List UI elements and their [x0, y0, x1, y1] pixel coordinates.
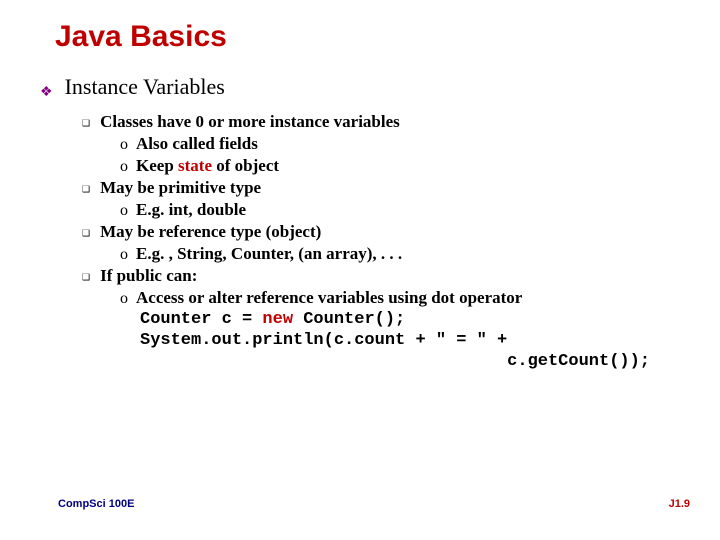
circle-bullet-icon: o — [120, 246, 128, 264]
subitem-text: Access or alter reference variables usin… — [136, 288, 522, 308]
subitem-text: E.g. int, double — [136, 200, 246, 220]
circle-bullet-icon: o — [120, 290, 128, 308]
heading-row: ❖ Instance Variables — [40, 74, 680, 100]
list-subitem: o Keep state of object — [120, 156, 680, 176]
subitem-text: Keep state of object — [136, 156, 279, 176]
square-bullet-icon: ❑ — [82, 228, 90, 239]
list-item: ❑ If public can: — [82, 266, 680, 286]
slide-title: Java Basics — [55, 20, 680, 54]
code-line: c.getCount()); — [40, 352, 680, 371]
slide: Java Basics ❖ Instance Variables ❑ Class… — [0, 0, 720, 540]
circle-bullet-icon: o — [120, 136, 128, 154]
diamond-bullet-icon: ❖ — [40, 86, 53, 100]
square-bullet-icon: ❑ — [82, 184, 90, 195]
circle-bullet-icon: o — [120, 202, 128, 220]
item-text: If public can: — [100, 266, 197, 286]
item-text: Classes have 0 or more instance variable… — [100, 112, 400, 132]
list-item: ❑ Classes have 0 or more instance variab… — [82, 112, 680, 132]
subitem-text: Also called fields — [136, 134, 258, 154]
list-item: ❑ May be primitive type — [82, 178, 680, 198]
footer-course: CompSci 100E — [58, 498, 134, 510]
item-text: May be primitive type — [100, 178, 261, 198]
circle-bullet-icon: o — [120, 158, 128, 176]
list-subitem: o Access or alter reference variables us… — [120, 288, 680, 308]
keyword-new: new — [262, 310, 293, 329]
footer-page: J1.9 — [669, 498, 690, 510]
list-subitem: o E.g. , String, Counter, (an array), . … — [120, 244, 680, 264]
section-heading: Instance Variables — [65, 74, 225, 100]
subitem-text: E.g. , String, Counter, (an array), . . … — [136, 244, 402, 264]
list-subitem: o E.g. int, double — [120, 200, 680, 220]
list-subitem: o Also called fields — [120, 134, 680, 154]
code-line: Counter c = new Counter(); — [140, 310, 680, 329]
item-text: May be reference type (object) — [100, 222, 321, 242]
code-line: System.out.println(c.count + " = " + — [140, 331, 680, 350]
list-item: ❑ May be reference type (object) — [82, 222, 680, 242]
square-bullet-icon: ❑ — [82, 118, 90, 129]
square-bullet-icon: ❑ — [82, 272, 90, 283]
footer: CompSci 100E J1.9 — [58, 498, 690, 510]
highlight-state: state — [178, 156, 212, 175]
